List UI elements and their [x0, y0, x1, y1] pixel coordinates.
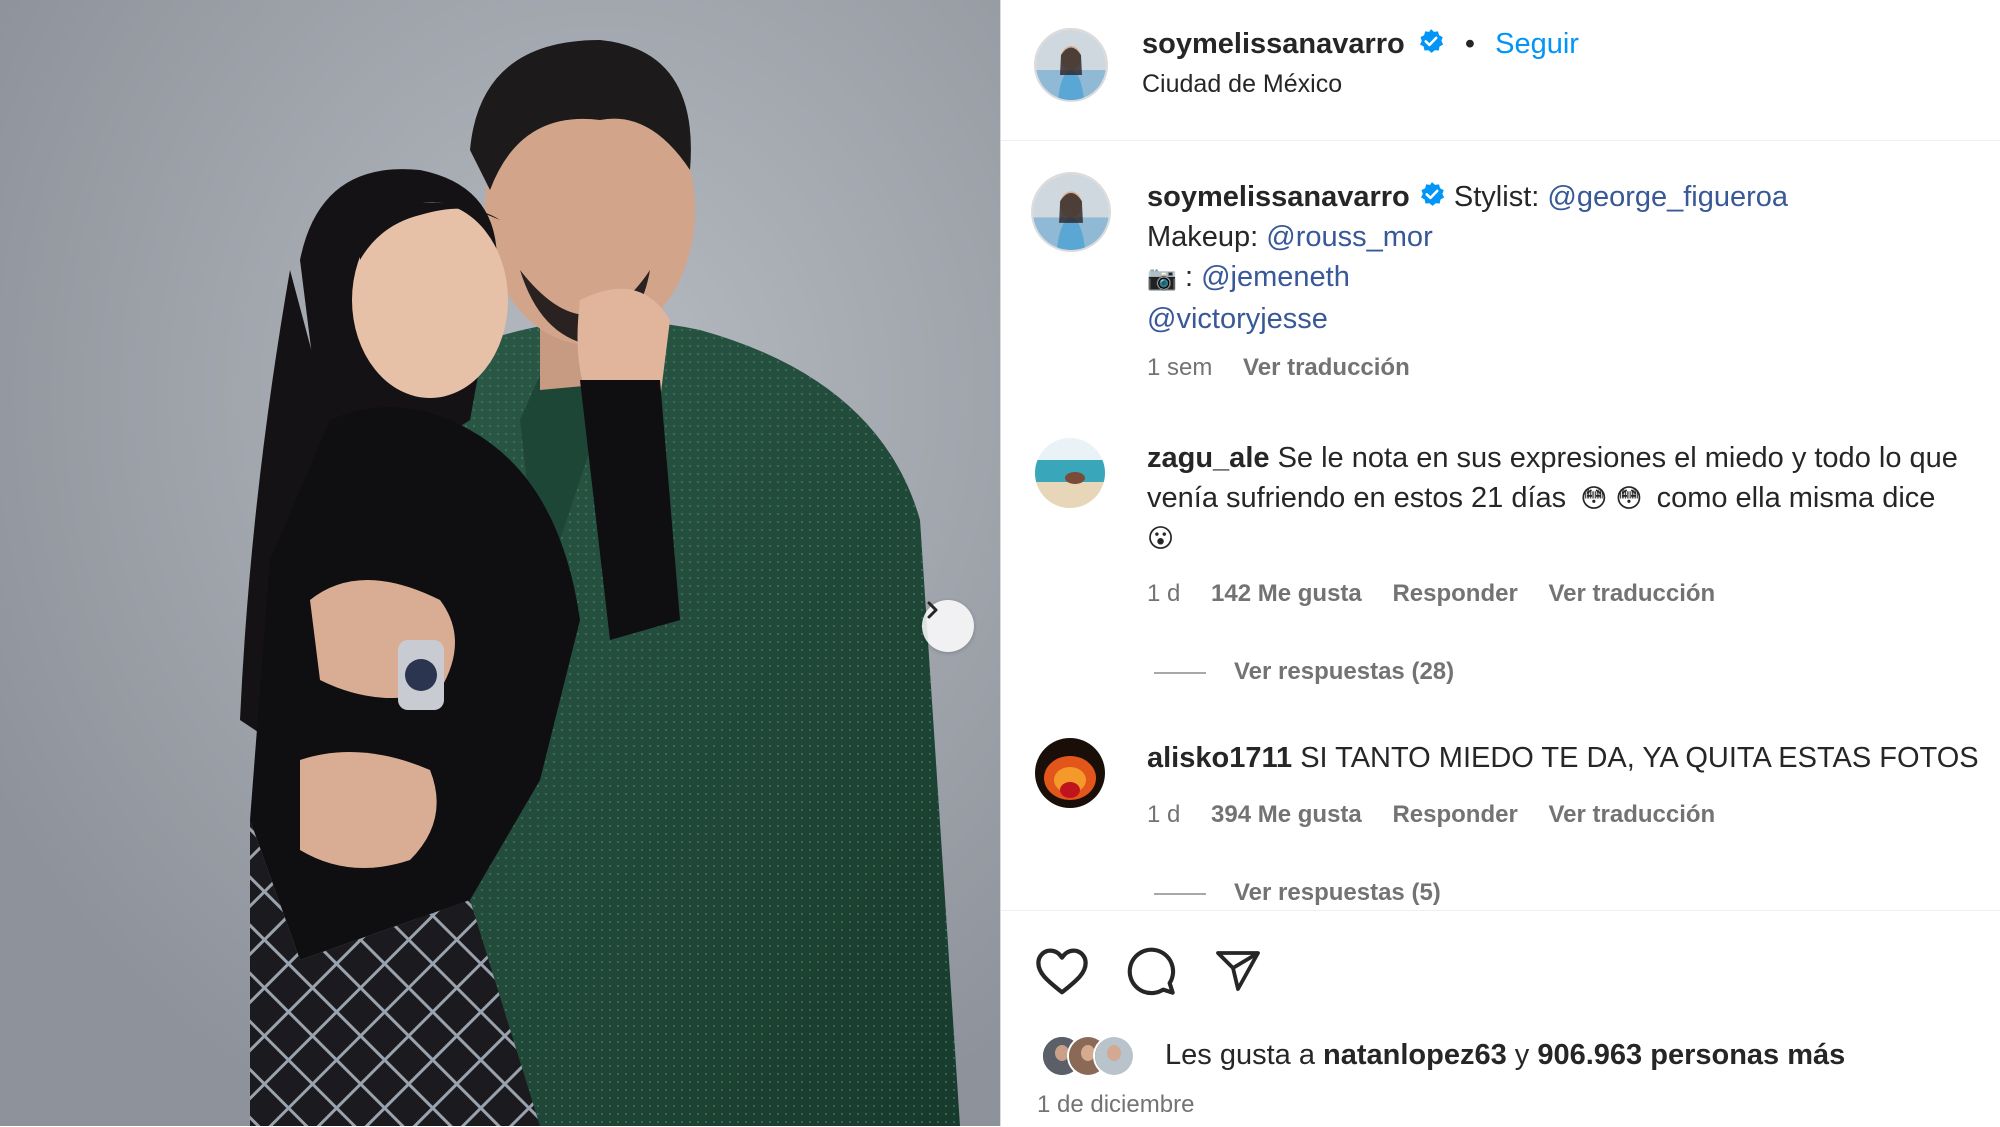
chevron-right-icon — [927, 601, 938, 619]
comment-time[interactable]: 1 d — [1147, 801, 1180, 828]
comment-likes[interactable]: 142 Me gusta — [1211, 580, 1362, 607]
follow-button[interactable]: Seguir — [1495, 28, 1579, 60]
surprised-emoji-icon: 😮 — [1147, 523, 1175, 553]
caption-makeup-label: Makeup: — [1147, 221, 1259, 253]
verified-badge-icon — [1419, 29, 1443, 54]
translate-button[interactable]: Ver traducción — [1548, 580, 1715, 607]
mention-stylist[interactable]: @george_figueroa — [1547, 181, 1788, 213]
heart-icon[interactable] — [1035, 947, 1089, 997]
view-replies-button[interactable]: Ver respuestas (5) — [1154, 879, 1441, 907]
view-replies-label: Ver respuestas (5) — [1234, 879, 1441, 906]
comment-body-line1: Se le nota en sus expresiones el miedo y… — [1277, 442, 1958, 474]
reply-button[interactable]: Responder — [1392, 801, 1517, 828]
comment-avatar[interactable] — [1035, 438, 1105, 508]
comment-username[interactable]: zagu_ale — [1147, 442, 1270, 474]
comment-avatar-image — [1035, 438, 1105, 508]
camera-emoji-icon: 📷 — [1147, 265, 1177, 292]
caption-photo-sep: : — [1184, 261, 1194, 293]
likes-user-link[interactable]: natanlopez63 — [1323, 1039, 1507, 1071]
view-replies-label: Ver respuestas (28) — [1234, 658, 1455, 685]
header-user-row: soymelissanavarro • Seguir — [1142, 24, 1579, 64]
comment-body: SI TANTO MIEDO TE DA, YA QUITA ESTAS FOT… — [1300, 742, 1979, 774]
comment-body-line2: venía sufriendo en estos 21 días — [1147, 482, 1567, 514]
caption-text: soymelissanavarro Stylist: @george_figue… — [1147, 177, 1987, 339]
caption-username[interactable]: soymelissanavarro — [1147, 181, 1410, 213]
comment-avatar[interactable] — [1035, 738, 1105, 808]
comment-body-line2-end: como ella misma dice — [1656, 482, 1936, 514]
mention-extra[interactable]: @victoryjesse — [1147, 303, 1328, 335]
comment-avatar-image — [1035, 738, 1105, 808]
comment-username[interactable]: alisko1711 — [1147, 742, 1292, 774]
mention-makeup[interactable]: @rouss_mor — [1266, 221, 1432, 253]
caption-stylist-label: Stylist: — [1453, 181, 1540, 213]
comment-time[interactable]: 1 d — [1147, 580, 1180, 607]
post-location[interactable]: Ciudad de México — [1142, 70, 1342, 99]
flushed-emoji-icon: 😳 — [1615, 483, 1643, 513]
caption-time[interactable]: 1 sem — [1147, 354, 1212, 381]
post-actions: Les gusta a natanlopez63 y 906.963 perso… — [1001, 910, 2000, 1127]
flushed-emoji-icon: 😳 — [1580, 483, 1608, 513]
caption-meta: 1 sem Ver traducción — [1147, 354, 1410, 382]
comment-likes[interactable]: 394 Me gusta — [1211, 801, 1362, 828]
photo-illustration — [0, 0, 1000, 1126]
view-replies-button[interactable]: Ver respuestas (28) — [1154, 658, 1454, 686]
post-date[interactable]: 1 de diciembre — [1037, 1091, 1194, 1119]
caption-avatar[interactable] — [1031, 172, 1111, 252]
comment-icon[interactable] — [1125, 945, 1177, 997]
mention-photographer[interactable]: @jemeneth — [1201, 261, 1350, 293]
reply-button[interactable]: Responder — [1392, 580, 1517, 607]
comment-meta: 1 d 394 Me gusta Responder Ver traducció… — [1147, 801, 1715, 829]
caption-translate-button[interactable]: Ver traducción — [1243, 354, 1410, 381]
reply-divider-line — [1154, 892, 1206, 895]
next-photo-button[interactable] — [922, 600, 974, 652]
post-photo[interactable] — [0, 0, 1000, 1126]
likes-others-link[interactable]: 906.963 personas más — [1537, 1039, 1845, 1071]
likes-prefix: Les gusta a — [1165, 1039, 1315, 1071]
likes-summary: Les gusta a natanlopez63 y 906.963 perso… — [1165, 1035, 1845, 1075]
likes-join: y — [1514, 1039, 1530, 1071]
header-separator: • — [1464, 28, 1476, 60]
translate-button[interactable]: Ver traducción — [1548, 801, 1715, 828]
comment-meta: 1 d 142 Me gusta Responder Ver traducció… — [1147, 580, 1715, 608]
author-avatar-image — [1036, 30, 1106, 100]
liker-avatar[interactable] — [1093, 1035, 1135, 1077]
post-header: soymelissanavarro • Seguir Ciudad de Méx… — [1001, 0, 2000, 141]
liker-avatar-image — [1095, 1037, 1133, 1075]
author-username[interactable]: soymelissanavarro — [1142, 28, 1405, 60]
comment-text: zagu_ale Se le nota en sus expresiones e… — [1147, 438, 1997, 558]
comment-text: alisko1711 SI TANTO MIEDO TE DA, YA QUIT… — [1147, 738, 1979, 778]
verified-badge-icon — [1420, 182, 1444, 207]
caption-avatar-image — [1033, 174, 1109, 250]
reply-divider-line — [1154, 671, 1206, 674]
author-avatar[interactable] — [1034, 28, 1108, 102]
post-side-panel: soymelissanavarro • Seguir Ciudad de Méx… — [1001, 0, 2000, 1126]
send-icon[interactable] — [1213, 947, 1263, 995]
